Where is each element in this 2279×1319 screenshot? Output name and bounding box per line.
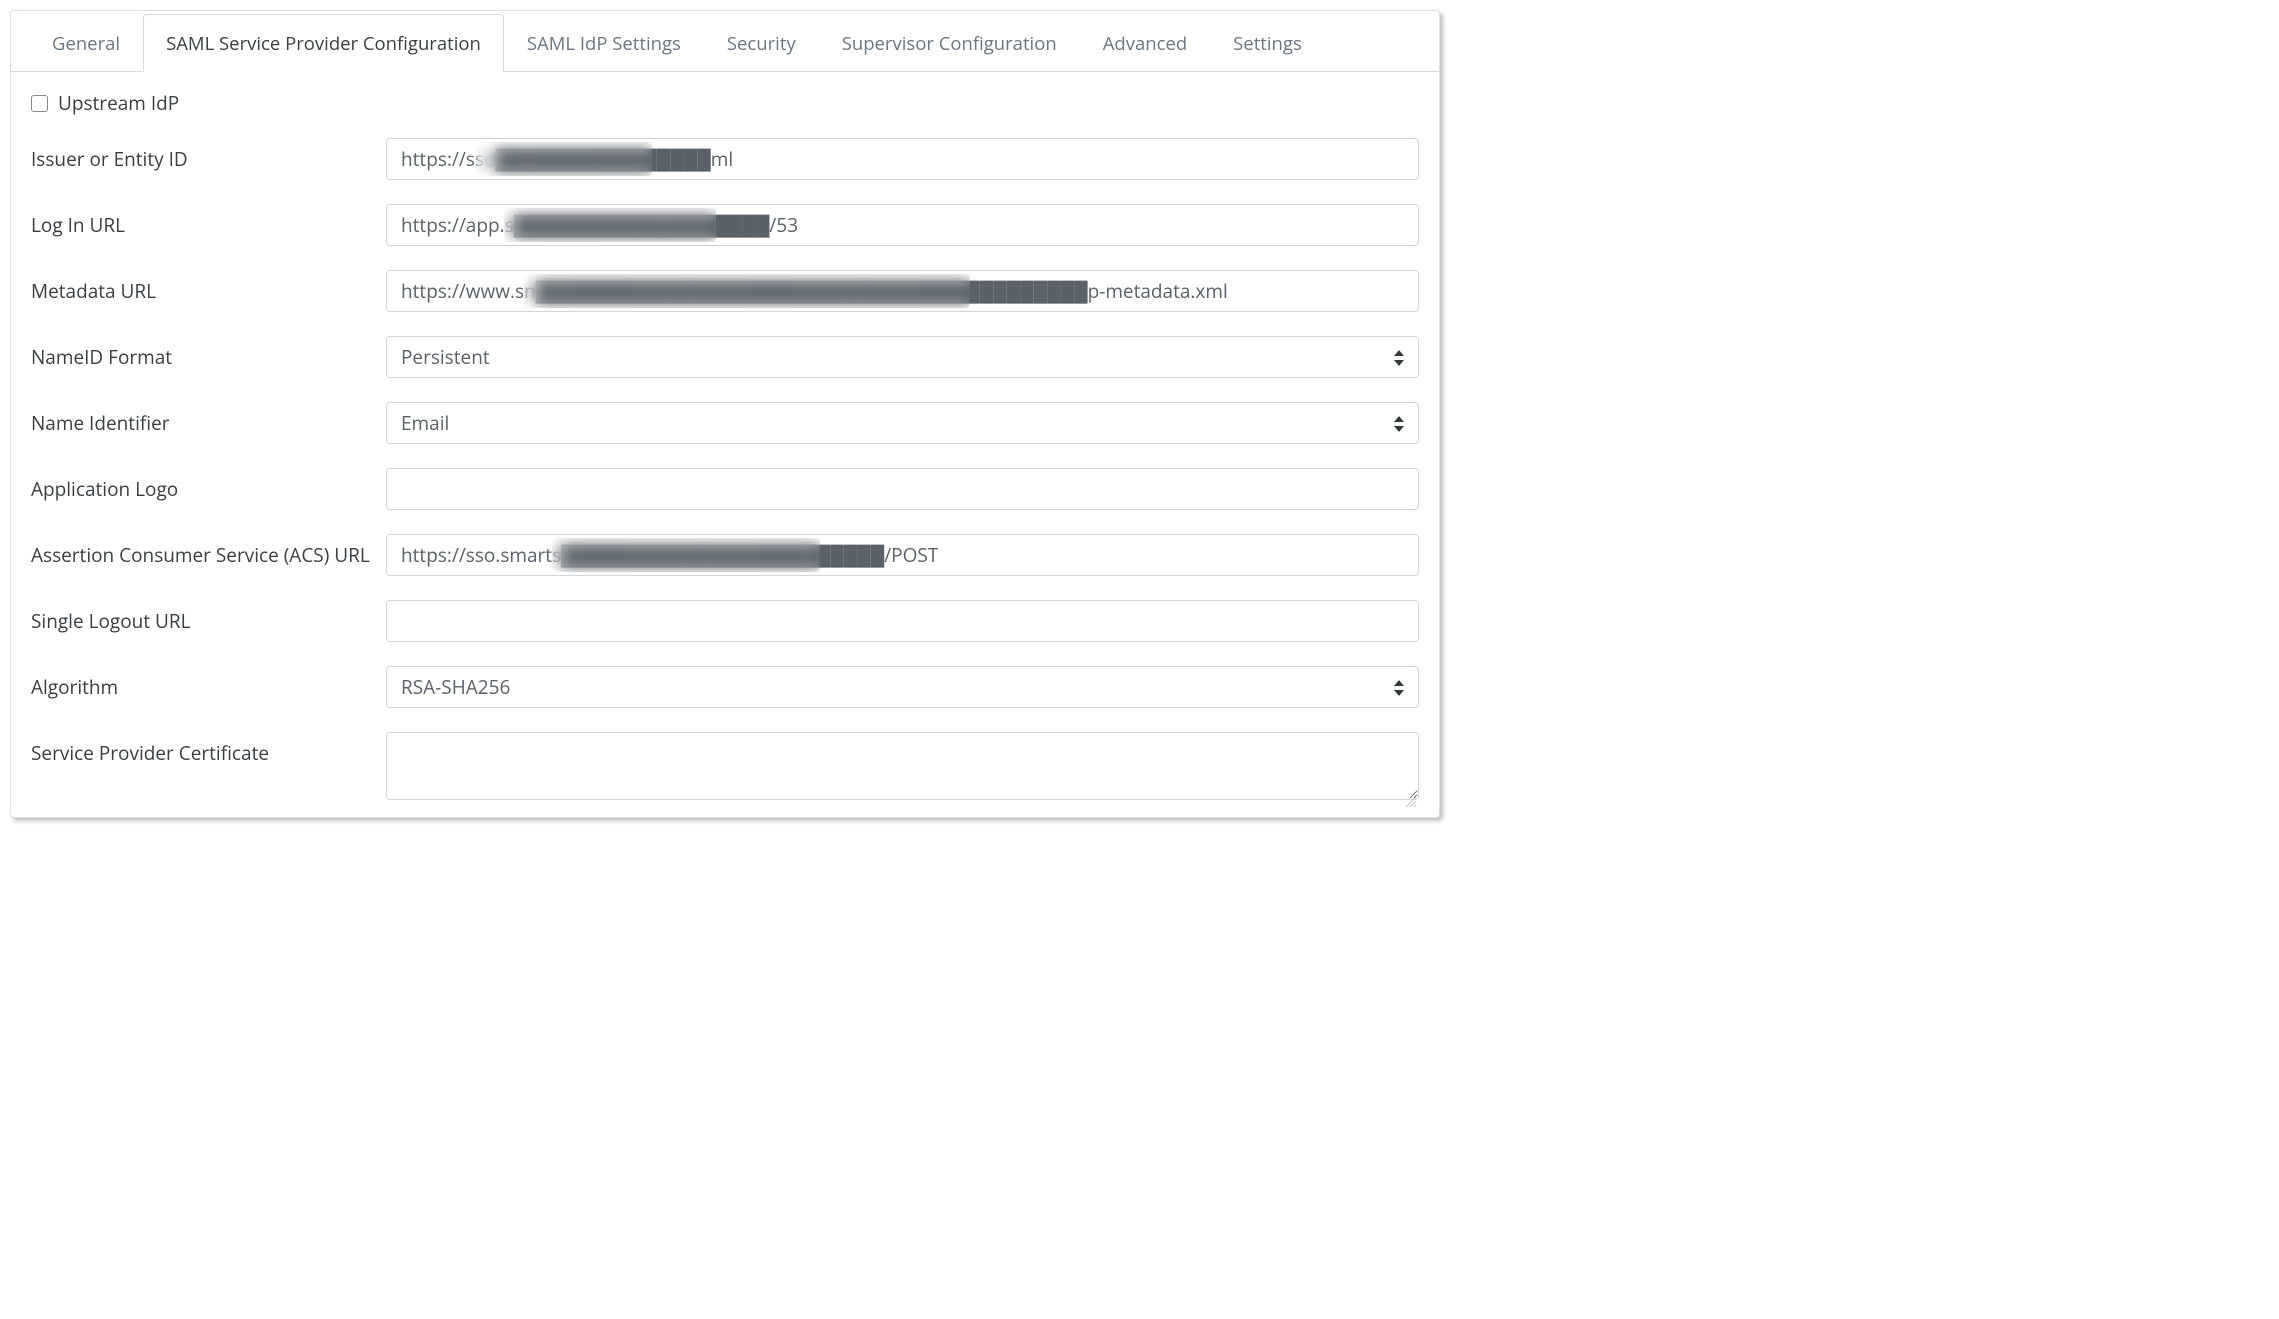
tab-bar: General SAML Service Provider Configurat… bbox=[11, 11, 1439, 72]
sp-cert-textarea[interactable] bbox=[386, 732, 1419, 800]
tab-supervisor-config[interactable]: Supervisor Configuration bbox=[819, 14, 1080, 72]
tab-security[interactable]: Security bbox=[704, 14, 819, 72]
upstream-idp-checkbox[interactable] bbox=[31, 95, 48, 112]
tab-saml-sp-config[interactable]: SAML Service Provider Configuration bbox=[143, 14, 504, 72]
tab-saml-idp-settings[interactable]: SAML IdP Settings bbox=[504, 14, 704, 72]
upstream-idp-label[interactable]: Upstream IdP bbox=[58, 90, 179, 116]
issuer-label: Issuer or Entity ID bbox=[31, 138, 386, 173]
name-identifier-label: Name Identifier bbox=[31, 402, 386, 437]
login-url-label: Log In URL bbox=[31, 204, 386, 239]
upstream-idp-row: Upstream IdP bbox=[31, 90, 1419, 116]
config-panel: General SAML Service Provider Configurat… bbox=[10, 10, 1440, 818]
sp-cert-label: Service Provider Certificate bbox=[31, 732, 386, 767]
slo-url-label: Single Logout URL bbox=[31, 600, 386, 635]
name-identifier-select[interactable]: Email bbox=[386, 402, 1419, 444]
acs-url-input[interactable] bbox=[386, 534, 1419, 576]
application-logo-input[interactable] bbox=[386, 468, 1419, 510]
slo-url-input[interactable] bbox=[386, 600, 1419, 642]
application-logo-label: Application Logo bbox=[31, 468, 386, 503]
acs-url-label: Assertion Consumer Service (ACS) URL bbox=[31, 534, 386, 569]
metadata-url-label: Metadata URL bbox=[31, 270, 386, 305]
tab-content: Upstream IdP Issuer or Entity ID Log In … bbox=[11, 72, 1439, 805]
nameid-format-select[interactable]: Persistent bbox=[386, 336, 1419, 378]
algorithm-label: Algorithm bbox=[31, 666, 386, 701]
algorithm-select[interactable]: RSA-SHA256 bbox=[386, 666, 1419, 708]
tab-advanced[interactable]: Advanced bbox=[1080, 14, 1210, 72]
tab-settings[interactable]: Settings bbox=[1210, 14, 1325, 72]
tab-general[interactable]: General bbox=[29, 14, 143, 72]
nameid-format-label: NameID Format bbox=[31, 336, 386, 371]
